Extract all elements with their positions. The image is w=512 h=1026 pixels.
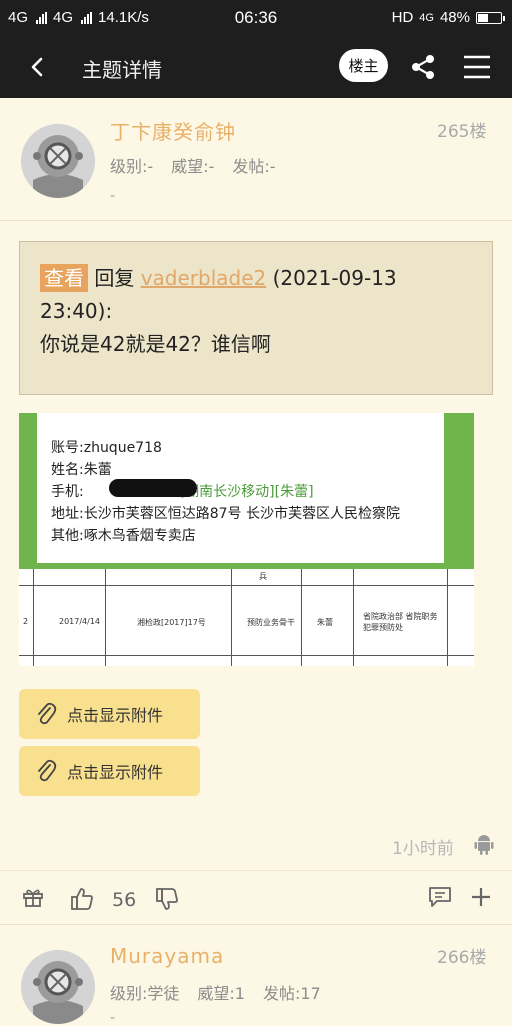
- attachment-label: 点击显示附件: [67, 763, 164, 782]
- username[interactable]: Murayama: [110, 944, 224, 968]
- table-cell: 预防业务骨干: [247, 618, 295, 627]
- post-actions: 56: [0, 870, 512, 925]
- comment-icon[interactable]: [428, 886, 452, 908]
- battery-icon: [476, 11, 505, 24]
- image-border: [19, 413, 37, 569]
- divider: [0, 220, 512, 221]
- quote-text: 你说是42就是42？谁信啊: [40, 332, 271, 356]
- battery-percent: 48%: [439, 9, 470, 26]
- thumbs-down-icon[interactable]: [154, 886, 180, 912]
- floor-number: 265楼: [437, 122, 487, 142]
- table-cell: 湘检政[2017]17号: [137, 618, 206, 627]
- user-prestige: 威望:1: [197, 984, 245, 1003]
- user-signature: -: [110, 188, 116, 204]
- post-image[interactable]: 账号:zhuque718 姓名:朱蕾 手机: [湖南长沙移动][朱蕾] 地址:长沙…: [19, 413, 474, 569]
- user-post-count: 发帖:-: [232, 157, 276, 176]
- avatar[interactable]: [21, 950, 95, 1024]
- table-cell: 朱蕾: [317, 618, 333, 627]
- image-other: 其他:啄木鸟香烟专卖店: [51, 528, 196, 544]
- menu-icon[interactable]: [460, 50, 494, 84]
- table-cell: 兵: [259, 572, 267, 581]
- image-name: 姓名:朱蕾: [51, 462, 112, 478]
- status-bar: 4G 4G 14.1K/s 06:36 HD 4G 48%: [0, 0, 512, 36]
- share-icon[interactable]: [406, 50, 440, 84]
- image-account: 账号:zhuque718: [51, 440, 162, 456]
- username[interactable]: 丁卞康癸俞钟: [110, 116, 236, 145]
- diving-helmet-icon: [21, 124, 95, 198]
- like-count: 56: [112, 889, 137, 911]
- user-prestige: 威望:-: [171, 157, 215, 176]
- show-attachment-button[interactable]: 点击显示附件: [19, 689, 200, 739]
- network-type: 4G: [419, 11, 434, 24]
- user-post-count: 发帖:17: [262, 984, 321, 1003]
- table-cell: 省院政治部 省院职务犯罪预防处: [363, 612, 438, 632]
- diving-helmet-icon: [21, 950, 95, 1024]
- redaction-mark: [109, 479, 197, 497]
- user-stats: 级别:- 威望:- 发帖:-: [110, 153, 276, 177]
- post-time: 1小时前: [392, 839, 454, 859]
- reply-prefix: 回复: [94, 266, 135, 290]
- quote-block: 查看 回复 vaderblade2 (2021-09-13 23:40): 你说…: [19, 241, 493, 395]
- paperclip-icon: [38, 759, 57, 782]
- op-only-button[interactable]: 楼主: [339, 49, 388, 82]
- image-address: 地址:长沙市芙蓉区恒达路87号 长沙市芙蓉区人民检察院: [51, 506, 400, 522]
- view-quote-button[interactable]: 查看: [40, 264, 88, 292]
- battery-level: [478, 13, 488, 22]
- thumbs-up-icon[interactable]: [69, 886, 95, 912]
- chevron-left-icon[interactable]: [22, 52, 52, 82]
- user-stats: 级别:学徒 威望:1 发帖:17: [110, 980, 321, 1004]
- floor-number: 266楼: [437, 948, 487, 968]
- table-cell: 2: [23, 617, 29, 626]
- image-border: [444, 413, 474, 569]
- plus-icon[interactable]: [469, 885, 493, 909]
- user-level: 级别:-: [110, 157, 154, 176]
- gift-icon[interactable]: [21, 885, 45, 909]
- post-image[interactable]: 兵 2 2017/4/14 湘检政[2017]17号 预防业务骨干 朱蕾 省院政…: [19, 569, 474, 666]
- show-attachment-button[interactable]: 点击显示附件: [19, 746, 200, 796]
- title-bar: 主题详情 楼主: [0, 36, 512, 98]
- reply-user-link[interactable]: vaderblade2: [141, 266, 267, 290]
- hd-indicator: HD: [391, 9, 414, 26]
- page-title: 主题详情: [82, 58, 162, 82]
- user-level: 级别:学徒: [110, 984, 180, 1003]
- avatar[interactable]: [21, 124, 95, 198]
- document-table: 兵 2 2017/4/14 湘检政[2017]17号 预防业务骨干 朱蕾 省院政…: [19, 569, 474, 666]
- table-cell: 2017/4/14: [59, 617, 101, 626]
- divider: [0, 924, 512, 925]
- android-icon: [474, 835, 494, 855]
- paperclip-icon: [38, 702, 57, 725]
- attachment-label: 点击显示附件: [67, 706, 164, 725]
